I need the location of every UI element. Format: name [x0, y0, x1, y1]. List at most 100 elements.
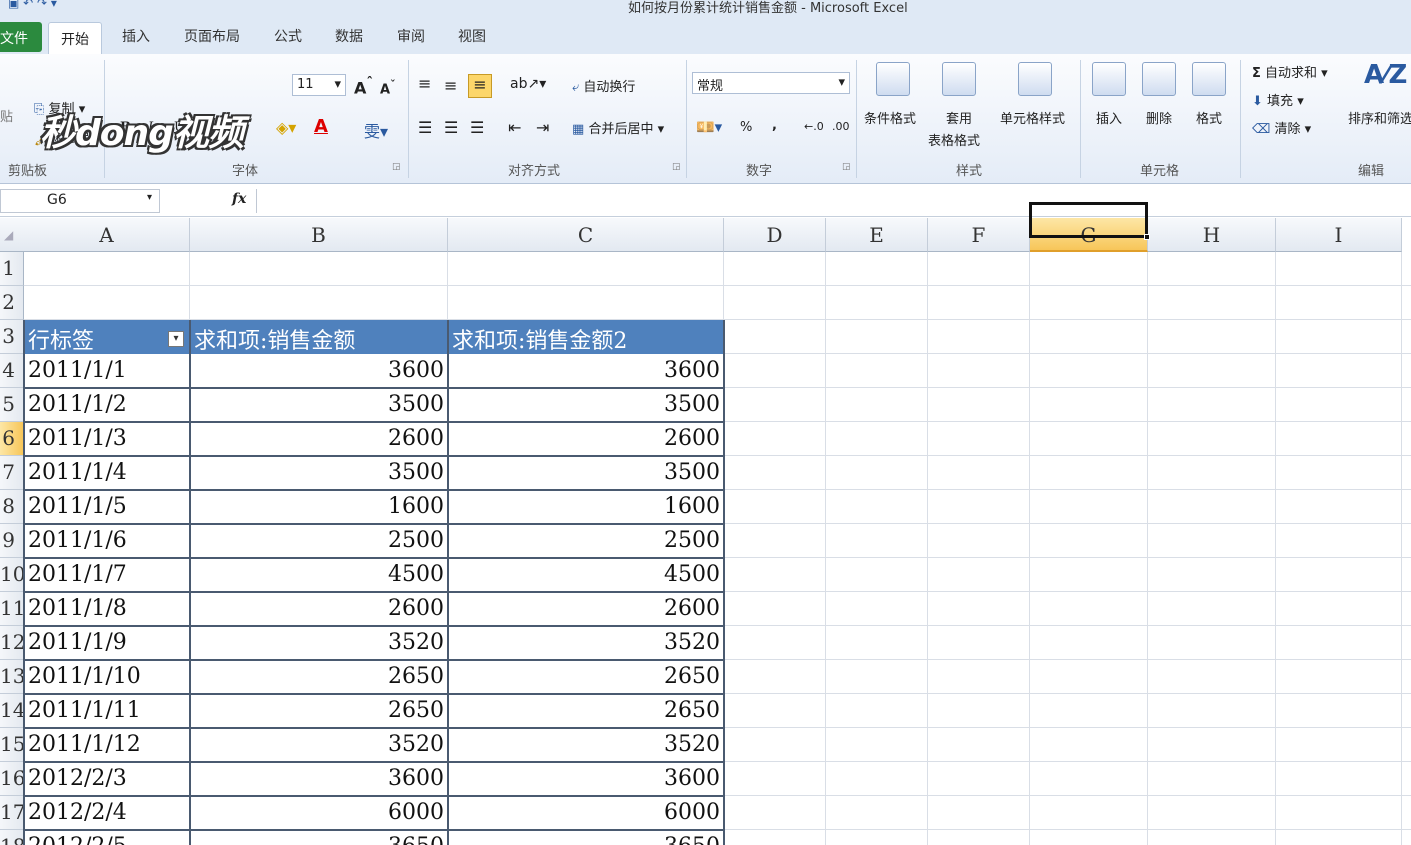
font-size-select[interactable]: 11 ▾ — [292, 74, 346, 96]
align-left-icon[interactable]: ☰ — [418, 118, 432, 137]
row-header-4[interactable]: 4 — [0, 354, 24, 388]
clear-button[interactable]: ⌫ 清除 ▾ — [1252, 118, 1311, 137]
pivot-value-cell[interactable]: 3520 — [448, 626, 724, 660]
pivot-row-label[interactable]: 2011/1/5 — [24, 490, 190, 524]
tab-file[interactable]: 文件 — [0, 22, 42, 52]
column-header-b[interactable]: B — [190, 218, 448, 252]
align-right-icon[interactable]: ☰ — [470, 118, 484, 137]
tab-insert[interactable]: 插入 — [122, 26, 150, 46]
pivot-row-label[interactable]: 2011/1/3 — [24, 422, 190, 456]
tab-review[interactable]: 审阅 — [397, 26, 425, 46]
pivot-value-cell[interactable]: 3520 — [190, 728, 448, 762]
quick-access-toolbar[interactable]: ▣ ↶ ↷ ▾ — [8, 0, 57, 10]
row-header-6[interactable]: 6 — [0, 422, 24, 456]
column-header-h[interactable]: H — [1148, 218, 1276, 252]
row-header-8[interactable]: 8 — [0, 490, 24, 524]
pivot-value-cell[interactable]: 1600 — [190, 490, 448, 524]
row-header-15[interactable]: 15 — [0, 728, 24, 762]
shrink-font-button[interactable]: Aˇ — [380, 78, 395, 97]
row-header-13[interactable]: 13 — [0, 660, 24, 694]
dialog-launcher-icon[interactable]: ◲ — [842, 162, 851, 172]
active-cell-g6[interactable] — [1029, 202, 1148, 238]
pivot-value-cell[interactable]: 1600 — [448, 490, 724, 524]
pivot-value-cell[interactable]: 3500 — [190, 456, 448, 490]
row-header-5[interactable]: 5 — [0, 388, 24, 422]
fill-button[interactable]: ⬇ 填充 ▾ — [1252, 90, 1304, 109]
select-all-corner[interactable]: ◢ — [0, 218, 25, 252]
pivot-value-cell[interactable]: 2650 — [190, 694, 448, 728]
pivot-row-label[interactable]: 2011/1/8 — [24, 592, 190, 626]
row-header-11[interactable]: 11 — [0, 592, 24, 626]
tab-page-layout[interactable]: 页面布局 — [184, 26, 240, 46]
column-header-a[interactable]: A — [24, 218, 190, 252]
increase-indent-icon[interactable]: ⇥ — [536, 118, 549, 137]
pivot-value-cell[interactable]: 3600 — [448, 354, 724, 388]
row-header-3[interactable]: 3 — [0, 320, 24, 354]
pivot-row-label[interactable]: 2011/1/10 — [24, 660, 190, 694]
pivot-value-cell[interactable]: 2650 — [448, 660, 724, 694]
pivot-value-cell[interactable]: 3600 — [190, 762, 448, 796]
pivot-value-cell[interactable]: 3500 — [448, 388, 724, 422]
decrease-decimal-icon[interactable]: .00 — [832, 120, 850, 133]
pivot-value-cell[interactable]: 6000 — [448, 796, 724, 830]
pivot-value-cell[interactable]: 2600 — [448, 422, 724, 456]
decrease-indent-icon[interactable]: ⇤ — [508, 118, 521, 137]
merge-center-button[interactable]: ▦ 合并后居中 ▾ — [572, 118, 664, 137]
pivot-header-cell[interactable]: 求和项:销售金额 — [190, 320, 448, 354]
row-header-18[interactable]: 18 — [0, 830, 24, 845]
formula-input[interactable] — [256, 189, 1411, 213]
pivot-value-cell[interactable]: 2650 — [190, 660, 448, 694]
pivot-header-cell[interactable]: 行标签 — [24, 320, 190, 354]
pivot-value-cell[interactable]: 2650 — [448, 694, 724, 728]
column-header-c[interactable]: C — [448, 218, 724, 252]
comma-button[interactable]: , — [772, 118, 777, 133]
tab-formulas[interactable]: 公式 — [274, 26, 302, 46]
cell-styles-button[interactable]: 单元格样式 — [1000, 108, 1065, 127]
pivot-row-label[interactable]: 2011/1/2 — [24, 388, 190, 422]
pivot-value-cell[interactable]: 3500 — [448, 456, 724, 490]
row-header-12[interactable]: 12 — [0, 626, 24, 660]
pivot-row-label[interactable]: 2011/1/7 — [24, 558, 190, 592]
fill-color-icon[interactable]: ◈▾ — [276, 118, 296, 137]
column-header-i[interactable]: I — [1276, 218, 1402, 252]
row-header-10[interactable]: 10 — [0, 558, 24, 592]
row-header-1[interactable]: 1 — [0, 252, 24, 286]
pivot-value-cell[interactable]: 3600 — [448, 762, 724, 796]
tab-data[interactable]: 数据 — [335, 26, 363, 46]
insert-cells-button[interactable]: 插入 — [1096, 108, 1122, 127]
filter-dropdown-icon[interactable]: ▾ — [168, 331, 184, 347]
delete-cells-button[interactable]: 删除 — [1146, 108, 1172, 127]
pivot-value-cell[interactable]: 3500 — [190, 388, 448, 422]
pivot-row-label[interactable]: 2011/1/9 — [24, 626, 190, 660]
percent-button[interactable]: % — [740, 120, 752, 135]
autosum-button[interactable]: Σ 自动求和 ▾ — [1252, 62, 1328, 81]
pivot-value-cell[interactable]: 2500 — [190, 524, 448, 558]
pivot-value-cell[interactable]: 4500 — [448, 558, 724, 592]
orientation-icon[interactable]: ab↗▾ — [510, 76, 546, 92]
pivot-value-cell[interactable]: 4500 — [190, 558, 448, 592]
insert-function-icon[interactable]: fx — [232, 191, 246, 207]
pivot-value-cell[interactable]: 3600 — [190, 354, 448, 388]
pivot-value-cell[interactable]: 3520 — [448, 728, 724, 762]
tab-view[interactable]: 视图 — [458, 26, 486, 46]
align-bottom-icon[interactable]: ≡ — [468, 74, 492, 98]
pivot-value-cell[interactable]: 2600 — [190, 592, 448, 626]
wrap-text-button[interactable]: ⤶ 自动换行 — [572, 76, 635, 95]
pivot-value-cell[interactable]: 3650 — [190, 830, 448, 845]
pivot-row-label[interactable]: 2011/1/12 — [24, 728, 190, 762]
conditional-format-button[interactable]: 条件格式 — [864, 108, 916, 127]
pivot-row-label[interactable]: 2011/1/4 — [24, 456, 190, 490]
pivot-row-label[interactable]: 2012/2/3 — [24, 762, 190, 796]
align-center-icon[interactable]: ☰ — [444, 118, 458, 137]
paste-button[interactable]: 贴 — [0, 106, 13, 125]
grow-font-button[interactable]: Aˆ — [354, 76, 373, 97]
column-header-d[interactable]: D — [724, 218, 826, 252]
column-header-e[interactable]: E — [826, 218, 928, 252]
sort-filter-button[interactable]: 排序和筛选 — [1348, 108, 1411, 127]
pivot-value-cell[interactable]: 3520 — [190, 626, 448, 660]
phonetic-icon[interactable]: 雯▾ — [364, 118, 388, 142]
pivot-row-label[interactable]: 2011/1/11 — [24, 694, 190, 728]
name-box[interactable]: G6 ▾ — [0, 189, 160, 213]
dialog-launcher-icon[interactable]: ◲ — [392, 162, 401, 172]
fill-handle[interactable] — [1144, 234, 1150, 240]
